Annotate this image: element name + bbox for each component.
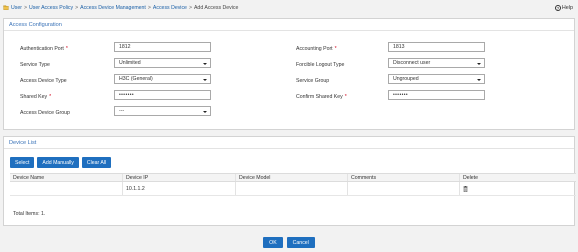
help-link[interactable]: ? Help — [554, 3, 573, 13]
forcible-logout-type-select[interactable]: Disconnect user — [388, 58, 485, 68]
user-folder-icon — [3, 5, 9, 10]
help-icon: ? — [554, 5, 561, 11]
access-device-type-label: Access Device Type — [20, 78, 67, 84]
forcible-logout-type-value: Disconnect user — [393, 60, 431, 66]
help-label: Help — [561, 5, 573, 11]
access-configuration-title: Access Configuration — [4, 19, 574, 31]
form-footer: OK Cancel — [0, 237, 578, 248]
service-type-value: Unlimited — [119, 60, 141, 66]
service-group-label: Service Group — [296, 78, 330, 84]
column-delete: Delete — [463, 174, 478, 181]
chevron-down-icon — [203, 110, 207, 113]
breadcrumb-separator: > — [75, 5, 79, 11]
device-list-title: Device List — [4, 137, 574, 149]
breadcrumb-separator: > — [23, 5, 27, 11]
cell-device-name — [10, 182, 123, 195]
shared-key-label: Shared Key * — [20, 94, 52, 100]
chevron-down-icon — [203, 78, 207, 81]
shared-key-input[interactable]: ••••••• — [114, 90, 211, 100]
cell-delete — [460, 182, 576, 195]
service-group-value: Ungrouped — [393, 76, 419, 82]
clear-all-button[interactable]: Clear All — [81, 157, 112, 168]
access-device-type-value: H3C (General) — [119, 76, 153, 82]
authentication-port-label: Authentication Port * — [20, 46, 68, 52]
cell-device-ip: 10.1.1.2 — [123, 182, 236, 195]
access-device-group-label: Access Device Group — [20, 110, 70, 116]
column-device-model: Device Model — [236, 174, 348, 181]
accounting-port-input[interactable]: 1813 — [388, 42, 485, 52]
breadcrumb-current: Add Access Device — [193, 5, 239, 11]
column-comments: Comments — [348, 174, 460, 181]
total-items: Total Items: 1. — [13, 211, 46, 217]
table-header: Device Name Device IP Device Model Comme… — [10, 173, 576, 182]
access-device-group-value: --- — [119, 108, 125, 114]
breadcrumb-user[interactable]: User — [11, 5, 22, 11]
accounting-port-label: Accounting Port * — [296, 46, 337, 52]
service-type-select[interactable]: Unlimited — [114, 58, 211, 68]
ok-button[interactable]: OK — [263, 237, 283, 248]
trash-icon[interactable] — [463, 185, 468, 192]
forcible-logout-type-label: Forcible Logout Type — [296, 62, 345, 68]
access-configuration-panel: Access Configuration Authentication Port… — [3, 18, 575, 130]
service-type-label: Service Type — [20, 62, 50, 68]
breadcrumb-user-access-policy[interactable]: User Access Policy — [29, 5, 73, 11]
access-device-type-select[interactable]: H3C (General) — [114, 74, 211, 84]
cell-comments — [348, 182, 460, 195]
confirm-shared-key-input[interactable]: ••••••• — [388, 90, 485, 100]
add-manually-button[interactable]: Add Manually — [37, 157, 79, 168]
service-group-select[interactable]: Ungrouped — [388, 74, 485, 84]
device-list-panel: Device List Select Add Manually Clear Al… — [3, 136, 576, 226]
access-device-group-select[interactable]: --- — [114, 106, 211, 116]
chevron-down-icon — [203, 62, 207, 65]
column-device-name: Device Name — [10, 174, 123, 181]
cancel-button[interactable]: Cancel — [286, 237, 315, 248]
breadcrumb-separator: > — [188, 5, 192, 11]
select-button[interactable]: Select — [10, 157, 35, 168]
device-list-toolbar: Select Add Manually Clear All — [10, 157, 112, 168]
breadcrumb-access-device-management[interactable]: Access Device Management — [80, 5, 146, 11]
device-table: Device Name Device IP Device Model Comme… — [10, 173, 576, 196]
cell-device-model — [236, 182, 348, 195]
chevron-down-icon — [477, 78, 481, 81]
column-device-ip: Device IP — [123, 174, 236, 181]
table-row: 10.1.1.2 — [10, 182, 576, 196]
breadcrumb-access-device[interactable]: Access Device — [153, 5, 187, 11]
confirm-shared-key-label: Confirm Shared Key * — [296, 94, 347, 100]
breadcrumb: User > User Access Policy > Access Devic… — [3, 3, 238, 13]
authentication-port-input[interactable]: 1812 — [114, 42, 211, 52]
chevron-down-icon — [477, 62, 481, 65]
breadcrumb-separator: > — [147, 5, 151, 11]
